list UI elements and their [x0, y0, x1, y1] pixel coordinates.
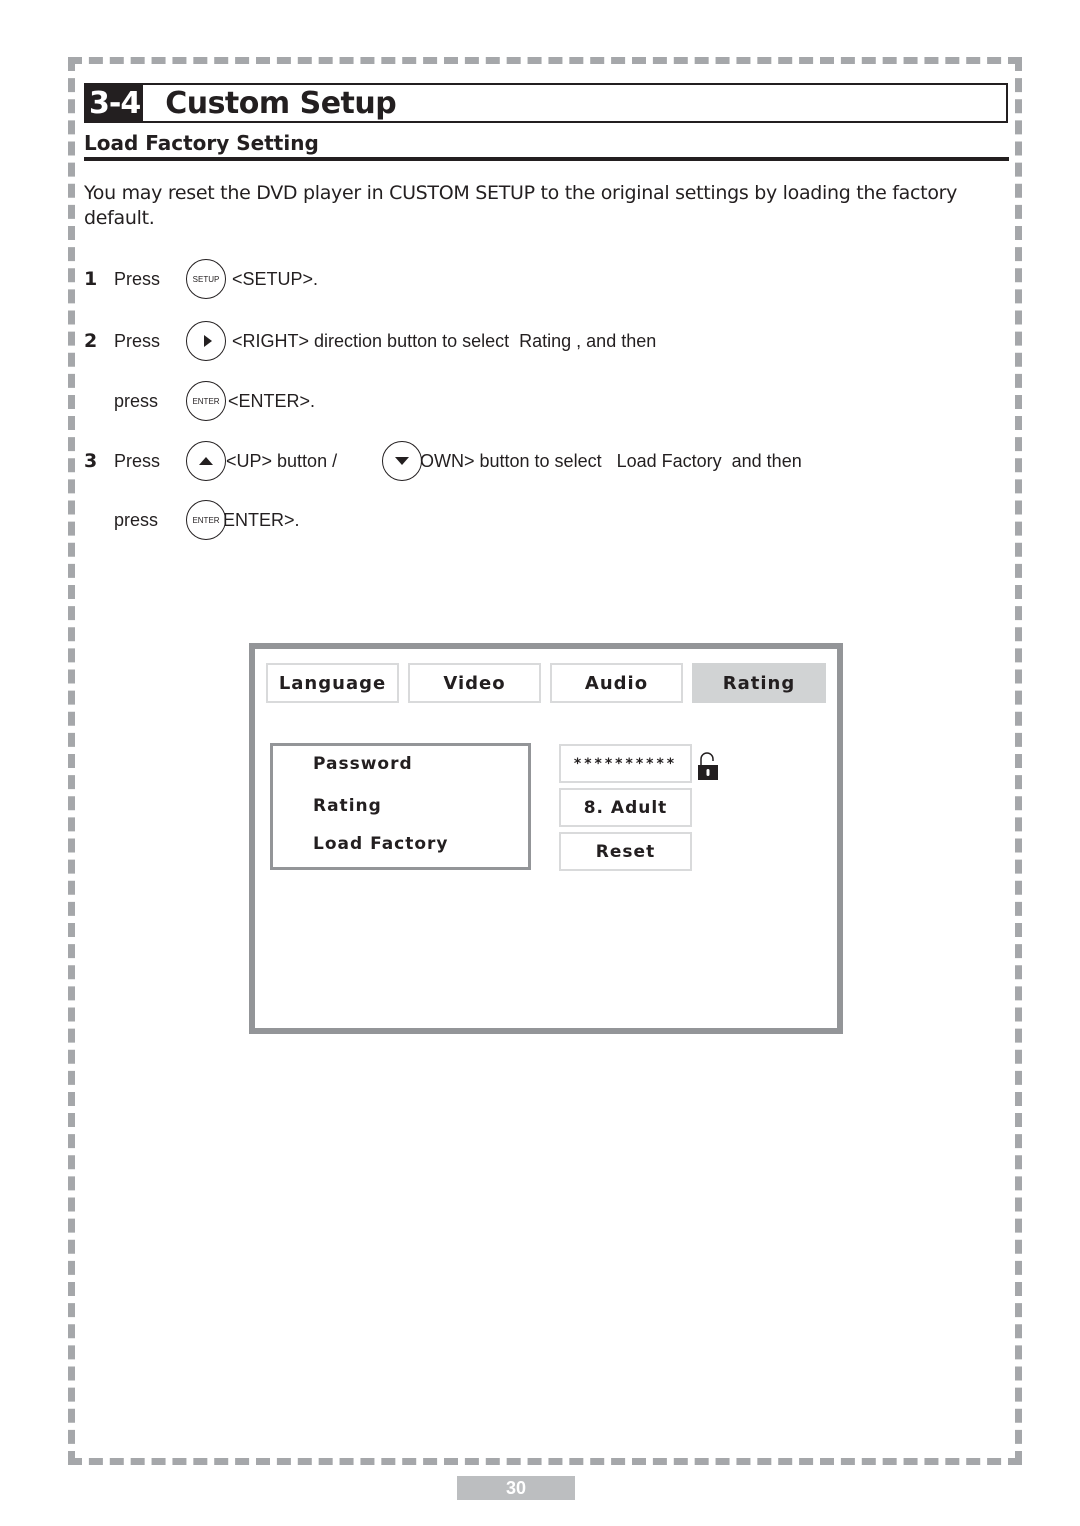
step-verb: Press: [114, 450, 161, 471]
tab-video[interactable]: Video: [408, 663, 541, 703]
rating-value[interactable]: 8. Adult: [559, 788, 692, 827]
step-text: <UP> button /: [226, 450, 338, 471]
rating-menu-list: Password Rating Load Factory: [270, 743, 531, 870]
step-number: 2: [84, 330, 98, 352]
step-text: <RIGHT> direction button to select Ratin…: [232, 330, 657, 351]
subheading-divider: [84, 157, 1009, 161]
menu-item-password[interactable]: Password: [313, 754, 413, 774]
enter-button-icon: ENTER: [186, 381, 226, 421]
step-3: 3 Press <UP> button / OWN> button to sel…: [84, 441, 802, 481]
step-number: 1: [84, 268, 98, 290]
unlocked-padlock-icon: [698, 752, 718, 780]
step-number: 3: [84, 450, 98, 472]
reset-button[interactable]: Reset: [559, 832, 692, 871]
step-verb: Press: [114, 330, 161, 351]
section-number: 3-4: [86, 85, 144, 121]
subheading: Load Factory Setting: [84, 131, 319, 155]
step-text: ENTER>.: [223, 509, 300, 530]
step-text: <SETUP>.: [232, 268, 319, 289]
step-verb: Press: [114, 268, 161, 289]
section-title: Custom Setup: [165, 85, 397, 121]
step-3-continued: press ENTER ENTER>.: [84, 500, 300, 540]
right-arrow-button-icon: [186, 321, 226, 361]
menu-item-rating[interactable]: Rating: [313, 796, 382, 816]
enter-button-icon: ENTER: [186, 500, 226, 540]
page-number: 30: [457, 1476, 575, 1500]
step-verb: press: [114, 390, 159, 411]
step-text-2: OWN> button to select Load Factory and t…: [420, 450, 802, 471]
up-arrow-button-icon: [186, 441, 226, 481]
step-2-continued: press ENTER <ENTER>.: [84, 381, 315, 421]
step-verb: press: [114, 509, 159, 530]
down-arrow-button-icon: [382, 441, 422, 481]
osd-setup-menu: Language Video Audio Rating Password Rat…: [249, 643, 843, 1034]
setup-button-icon: SETUP: [186, 259, 226, 299]
menu-item-load-factory[interactable]: Load Factory: [313, 834, 449, 854]
password-field[interactable]: **********: [559, 744, 692, 783]
tab-audio[interactable]: Audio: [550, 663, 683, 703]
step-1: 1 Press SETUP <SETUP>.: [84, 259, 318, 299]
section-header: 3-4 Custom Setup: [84, 83, 1008, 123]
tab-rating[interactable]: Rating: [692, 663, 826, 703]
step-text: <ENTER>.: [228, 390, 316, 411]
step-2: 2 Press <RIGHT> direction button to sele…: [84, 321, 656, 361]
intro-paragraph: You may reset the DVD player in CUSTOM S…: [84, 182, 958, 229]
tab-language[interactable]: Language: [266, 663, 399, 703]
